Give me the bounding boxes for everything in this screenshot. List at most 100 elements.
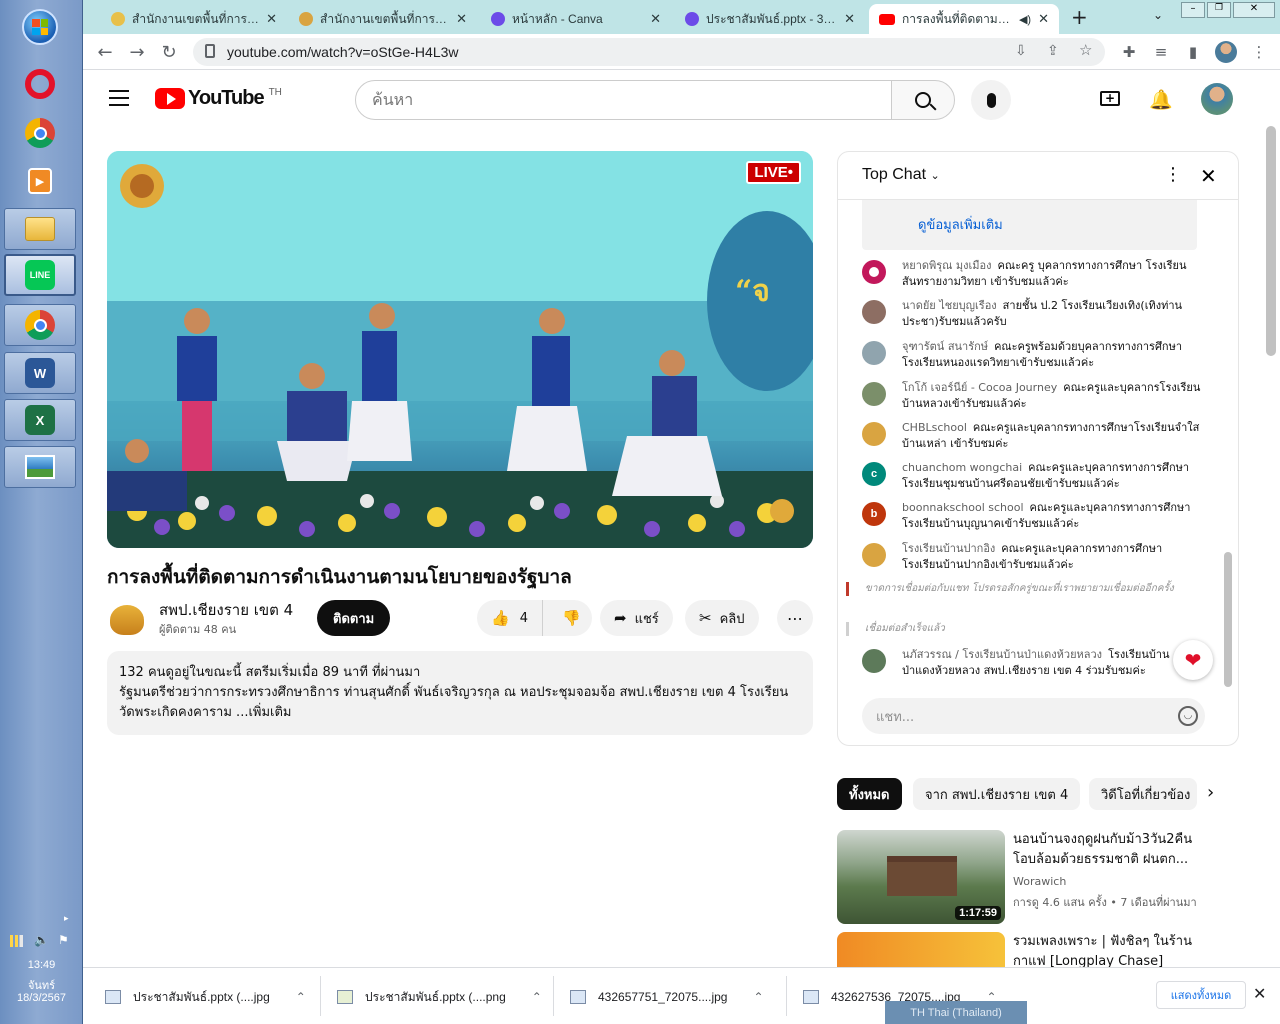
channel-name[interactable]: สพป.เชียงราย เขต 4 <box>159 598 293 622</box>
subscribe-button[interactable]: ติดตาม <box>317 600 391 636</box>
tray-expand-icon[interactable]: ▸ <box>64 913 69 924</box>
taskbar-opera[interactable] <box>4 63 76 105</box>
forward-icon[interactable]: → <box>125 40 149 64</box>
video-description[interactable]: 132 คนดูอยู่ในขณะนี้ สตรีมเริ่มเมื่อ 89 … <box>107 651 813 735</box>
video-thumbnail[interactable] <box>837 932 1005 967</box>
start-button[interactable] <box>4 6 76 48</box>
guide-menu-icon[interactable] <box>109 90 129 106</box>
browser-tab[interactable]: หน้าหลัก - Canva ✕ <box>481 4 671 34</box>
page-scrollbar[interactable] <box>1266 126 1276 356</box>
lock-icon[interactable] <box>205 44 215 58</box>
taskbar-media-player[interactable]: ▶ <box>4 160 76 202</box>
chevron-up-icon[interactable]: ⌃ <box>753 990 763 1004</box>
chat-input[interactable]: แชท... <box>862 698 1205 734</box>
extensions-icon[interactable]: ✚ <box>1119 42 1139 62</box>
input-language-indicator[interactable]: TH Thai (Thailand) <box>885 1001 1027 1024</box>
clip-button[interactable]: ✂ คลิป <box>685 600 759 636</box>
chat-message[interactable]: หยาดพิรุณ มุงเมือง คณะครู บุคลากรทางการศึ… <box>862 258 1202 296</box>
emoji-icon[interactable]: ◡ <box>1178 706 1198 726</box>
minimize-icon[interactable]: – <box>1181 2 1205 18</box>
description-more-link[interactable]: เพิ่มเติม <box>248 705 291 720</box>
install-icon[interactable]: ⇩ <box>1015 42 1027 59</box>
chat-message[interactable]: โรงเรียนบ้านปากอิง คณะครูและบุคลากรทางการ… <box>862 541 1202 579</box>
flag-icon[interactable]: ⚑ <box>58 933 69 947</box>
tab-close-icon[interactable]: ✕ <box>456 11 467 27</box>
show-all-downloads-button[interactable]: แสดงทั้งหมด <box>1156 981 1246 1009</box>
tab-close-icon[interactable]: ✕ <box>1038 11 1049 27</box>
chip-from-channel[interactable]: จาก สพป.เชียงราย เขต 4 <box>913 778 1081 810</box>
back-icon[interactable]: ← <box>93 40 117 64</box>
window-close-icon[interactable]: ✕ <box>1233 2 1275 18</box>
taskbar-excel[interactable]: X <box>4 399 76 441</box>
download-item[interactable]: 432657751_72075....jpg ⌃ <box>570 986 764 1008</box>
like-button[interactable]: 👍 4 <box>477 600 543 636</box>
profile-avatar[interactable] <box>1215 41 1237 63</box>
tray-time[interactable]: 13:49 <box>0 959 83 971</box>
volume-icon[interactable]: 🔈 <box>34 933 49 947</box>
media-control-icon[interactable]: ≡ <box>1151 42 1171 62</box>
share-button[interactable]: ➦ แชร์ <box>600 600 673 636</box>
restore-icon[interactable]: ❐ <box>1207 2 1231 18</box>
tab-close-icon[interactable]: ✕ <box>844 11 855 27</box>
taskbar-chrome[interactable] <box>4 112 76 154</box>
reload-icon[interactable]: ↻ <box>157 40 181 64</box>
learn-more-link[interactable]: ดูข้อมูลเพิ่มเติม <box>918 214 1003 235</box>
search-button[interactable] <box>891 80 955 120</box>
download-item[interactable]: ประชาสัมพันธ์.pptx (....png ⌃ <box>337 986 542 1008</box>
browser-tab[interactable]: ประชาสัมพันธ์.pptx - 3779 ✕ <box>675 4 865 34</box>
network-icon[interactable] <box>10 935 26 947</box>
share-label: แชร์ <box>634 611 659 627</box>
chevron-up-icon[interactable]: ⌃ <box>532 990 542 1004</box>
taskbar-chrome-profile[interactable] <box>4 304 76 346</box>
address-bar[interactable]: youtube.com/watch?v=oStGe-H4L3w ⇩ ⇪ ☆ <box>193 38 1105 66</box>
chat-more-icon[interactable]: ⋮ <box>1164 164 1182 185</box>
tab-audio-icon[interactable]: ◀) <box>1019 13 1031 26</box>
taskbar-photo-viewer[interactable] <box>4 446 76 488</box>
side-panel-icon[interactable]: ▮ <box>1183 42 1203 62</box>
chat-message[interactable]: b boonnakschool school คณะครูและบุคลากรทา… <box>862 500 1202 538</box>
browser-tab[interactable]: สำนักงานเขตพื้นที่การศึกษา ✕ <box>101 4 287 34</box>
youtube-logo[interactable]: YouTube TH <box>155 87 282 110</box>
more-actions-button[interactable]: ⋯ <box>777 600 813 636</box>
chat-mode-selector[interactable]: Top Chat ⌄ <box>862 166 940 184</box>
create-video-icon[interactable]: + <box>1100 91 1120 106</box>
search-input[interactable]: ค้นหา <box>355 80 892 120</box>
notifications-bell-icon[interactable]: 🔔 <box>1149 88 1173 111</box>
voice-search-button[interactable] <box>971 80 1011 120</box>
taskbar-line[interactable]: LINE <box>4 254 76 296</box>
chat-message[interactable]: จุฑารัตน์ สนารักษ์ คณะครูพร้อมด้วยบุคลากร… <box>862 339 1202 377</box>
related-video[interactable]: รวมเพลงเพราะ | ฟังชิลๆ ในร้านกาแฟ [Longp… <box>837 932 1257 967</box>
browser-tab-active[interactable]: การลงพื้นที่ติดตามการดำเนินงาน ◀) ✕ <box>869 4 1059 34</box>
heart-reaction-icon[interactable]: ❤ <box>1173 640 1213 680</box>
dislike-button[interactable]: 👎 <box>551 600 592 636</box>
chat-close-icon[interactable]: ✕ <box>1200 164 1217 188</box>
chat-message[interactable]: โกโก้ เจอร์นีย์ - Cocoa Journey คณะครูและ… <box>862 380 1202 418</box>
chat-scrollbar[interactable] <box>1224 552 1232 687</box>
chat-message[interactable]: นภัสวรรณ / โรงเรียนบ้านป่าแดงห้วยหลวง โรง… <box>862 647 1202 685</box>
bookmark-star-icon[interactable]: ☆ <box>1079 41 1092 59</box>
video-thumbnail[interactable]: 1:17:59 <box>837 830 1005 924</box>
video-player[interactable]: “จ LIVE• <box>107 151 813 548</box>
tray-date[interactable]: 18/3/2567 <box>0 992 83 1004</box>
chat-message[interactable]: นาดยัย ไชยบุญเรือง สายชั้น ป.2 โรงเรียนเว… <box>862 298 1202 336</box>
downloads-close-icon[interactable]: ✕ <box>1253 984 1266 1003</box>
chips-next-icon[interactable]: › <box>1207 782 1214 803</box>
chip-related[interactable]: วิดีโอที่เกี่ยวข้อง <box>1089 778 1197 810</box>
chrome-menu-icon[interactable]: ⋮ <box>1249 42 1269 62</box>
tab-close-icon[interactable]: ✕ <box>650 11 661 27</box>
share-icon[interactable]: ⇪ <box>1047 42 1059 59</box>
tab-close-icon[interactable]: ✕ <box>266 11 277 27</box>
chip-all[interactable]: ทั้งหมด <box>837 778 902 810</box>
download-item[interactable]: ประชาสัมพันธ์.pptx (....jpg ⌃ <box>105 986 306 1008</box>
taskbar-file-explorer[interactable] <box>4 208 76 250</box>
chat-message[interactable]: c chuanchom wongchai คณะครูและบุคลากรทางก… <box>862 460 1202 498</box>
chat-message[interactable]: CHBLschool คณะครูและบุคลากรทางการศึกษาโรง… <box>862 420 1202 458</box>
new-tab-button[interactable]: + <box>1071 5 1088 29</box>
related-video[interactable]: 1:17:59 นอนบ้านจงฤดูฝนกับม้า3วัน2คืน โอบ… <box>837 830 1257 924</box>
chevron-up-icon[interactable]: ⌃ <box>296 990 306 1004</box>
account-avatar[interactable] <box>1201 83 1233 115</box>
tab-search-icon[interactable]: ⌄ <box>1153 8 1163 22</box>
browser-tab[interactable]: สำนักงานเขตพื้นที่การศึกษา ✕ <box>289 4 477 34</box>
taskbar-word[interactable]: W <box>4 352 76 394</box>
channel-avatar[interactable] <box>107 600 147 640</box>
